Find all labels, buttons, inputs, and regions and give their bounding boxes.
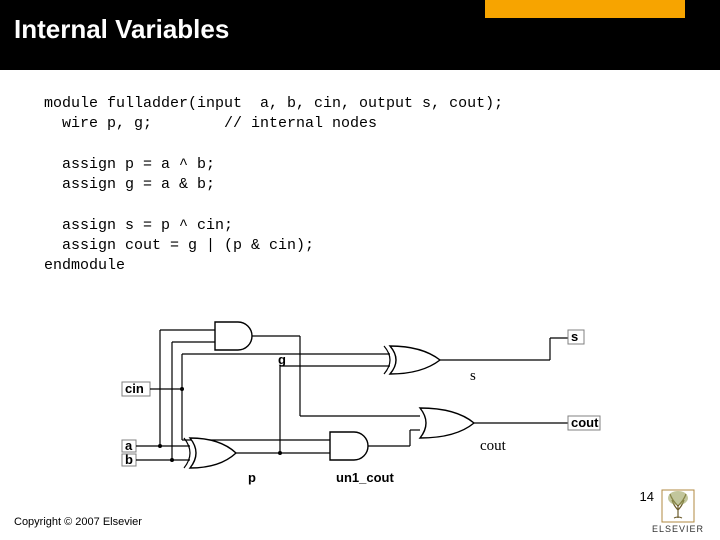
code-line: wire p, g; // internal nodes: [44, 115, 377, 132]
tree-icon: [660, 488, 696, 524]
logo-text: ELSEVIER: [652, 524, 704, 534]
publisher-logo: ELSEVIER: [652, 488, 704, 534]
label-s-box: s: [571, 329, 578, 344]
label-cin: cin: [125, 381, 144, 396]
content-area: module fulladder(input a, b, cin, output…: [0, 70, 720, 276]
label-p: p: [248, 470, 256, 485]
code-line: assign g = a & b;: [44, 176, 215, 193]
accent-bar: [485, 0, 685, 18]
label-a: a: [125, 438, 133, 453]
code-line: assign cout = g | (p & cin);: [44, 237, 314, 254]
code-line: endmodule: [44, 257, 125, 274]
code-line: module fulladder(input a, b, cin, output…: [44, 95, 503, 112]
code-line: assign s = p ^ cin;: [44, 217, 233, 234]
label-cout: cout: [480, 438, 507, 454]
label-g: g: [278, 352, 286, 367]
code-block: module fulladder(input a, b, cin, output…: [44, 94, 676, 276]
label-un1: un1_cout: [336, 470, 394, 485]
label-s: s: [470, 368, 476, 384]
label-b: b: [125, 452, 133, 467]
label-cout-box: cout: [571, 415, 599, 430]
circuit-diagram: cin a b g p s s un1_cout cout c: [120, 320, 640, 490]
copyright: Copyright © 2007 Elsevier: [14, 516, 142, 528]
code-line: assign p = a ^ b;: [44, 156, 215, 173]
slide-title: Internal Variables: [14, 14, 229, 45]
slide-header: Internal Variables: [0, 0, 720, 70]
